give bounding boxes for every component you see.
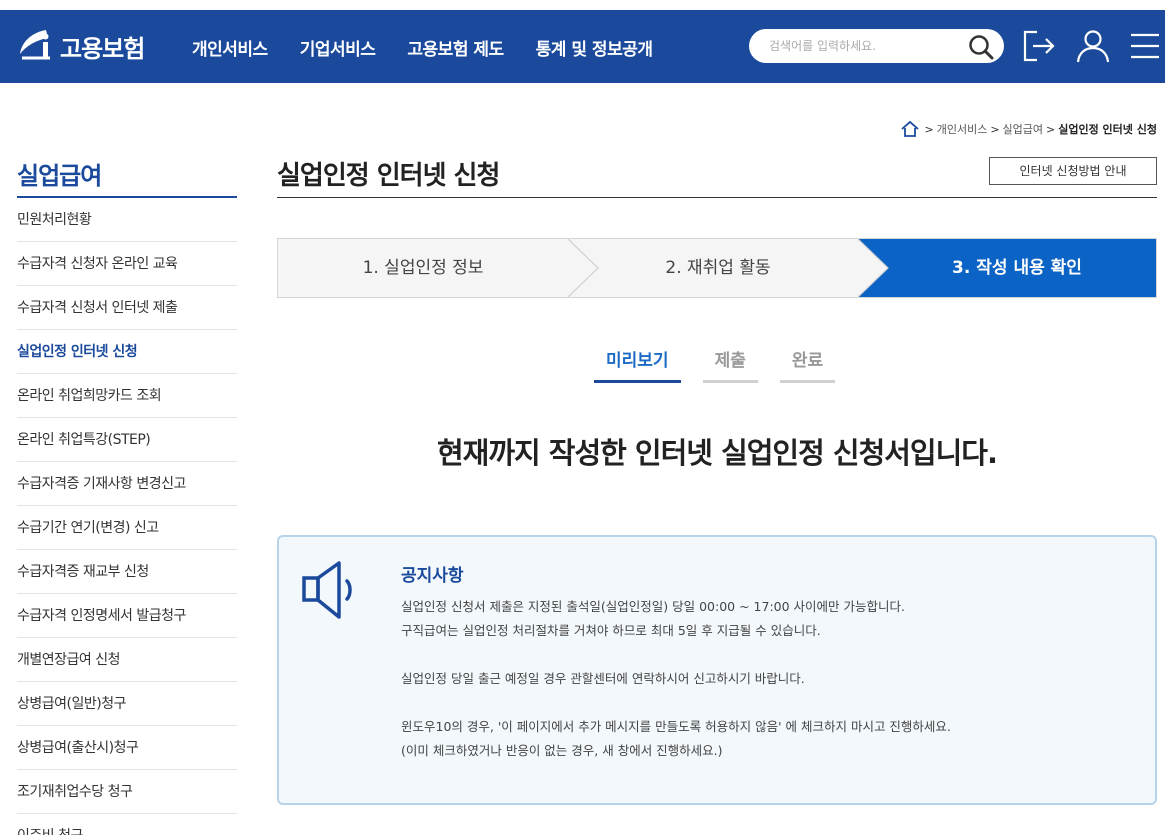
- sidebar-item-change-report[interactable]: 수급자격증 기재사항 변경신고: [17, 462, 237, 506]
- notice-box: 공지사항 실업인정 신청서 제출은 지정된 출석일(실업인정일) 당일 00:0…: [277, 535, 1157, 805]
- main-nav: 개인서비스 기업서비스 고용보험 제도 통계 및 정보공개: [192, 35, 685, 60]
- sidebar-item-sickness-maternity[interactable]: 상병급여(출산시)청구: [17, 726, 237, 770]
- sidebar-item-job-card[interactable]: 온라인 취업희망카드 조회: [17, 374, 237, 418]
- search-box: [749, 29, 1004, 63]
- sidebar-item-sickness-general[interactable]: 상병급여(일반)청구: [17, 682, 237, 726]
- search-icon[interactable]: [967, 33, 995, 61]
- sidebar-item-certificate[interactable]: 수급자격 인정명세서 발급청구: [17, 594, 237, 638]
- sidebar-item-relocation[interactable]: 이주비 청구: [17, 814, 237, 835]
- nav-personal-services[interactable]: 개인서비스: [192, 35, 268, 60]
- nav-business-services[interactable]: 기업서비스: [300, 35, 376, 60]
- nav-statistics[interactable]: 통계 및 정보공개: [536, 35, 653, 60]
- menu-icon[interactable]: [1127, 28, 1163, 64]
- step-1: 1. 실업인정 정보: [362, 258, 484, 278]
- home-icon[interactable]: [900, 120, 920, 138]
- sidebar-item-individual-extension[interactable]: 개별연장급여 신청: [17, 638, 237, 682]
- tab-complete[interactable]: 완료: [779, 350, 836, 383]
- sidebar-item-unemployment-recognition[interactable]: 실업인정 인터넷 신청: [17, 330, 237, 374]
- notice-title: 공지사항: [401, 566, 464, 586]
- sidebar-item-eligibility-submit[interactable]: 수급자격 신청서 인터넷 제출: [17, 286, 237, 330]
- notice-gap: [401, 691, 1141, 715]
- headline: 현재까지 작성한 인터넷 실업인정 신청서입니다.: [436, 436, 998, 470]
- notice-gap: [401, 643, 1141, 667]
- notice-line: 구직급여는 실업인정 처리절차를 거쳐야 하므로 최대 5일 후 지급될 수 있…: [401, 623, 821, 638]
- breadcrumb-item-personal[interactable]: 개인서비스: [937, 121, 988, 137]
- title-divider: [277, 197, 1157, 198]
- sidebar-item-online-education[interactable]: 수급자격 신청자 온라인 교육: [17, 242, 237, 286]
- sidebar-title: 실업급여: [17, 150, 237, 198]
- breadcrumb-item-unemployment[interactable]: 실업급여: [1003, 121, 1043, 137]
- sidebar-item-step-lecture[interactable]: 온라인 취업특강(STEP): [17, 418, 237, 462]
- logout-icon[interactable]: [1021, 28, 1057, 64]
- step-2: 2. 재취업 활동: [665, 258, 771, 278]
- sidebar-item-status[interactable]: 민원처리현황: [17, 198, 237, 242]
- sidebar-item-early-reemployment[interactable]: 조기재취업수당 청구: [17, 770, 237, 814]
- notice-line: 윈도우10의 경우, '이 페이지에서 추가 메시지를 만들도록 허용하지 않음…: [401, 719, 951, 734]
- search-input[interactable]: [769, 36, 959, 56]
- logo-mark-icon: [20, 30, 50, 60]
- breadcrumb-current: 실업인정 인터넷 신청: [1058, 123, 1157, 136]
- breadcrumb: > 개인서비스 > 실업급여 > 실업인정 인터넷 신청: [900, 120, 1157, 138]
- logo-text: 고용보험: [60, 34, 145, 63]
- progress-tabs: 미리보기 제출 완료: [594, 350, 857, 383]
- step-indicator: 1. 실업인정 정보 2. 재취업 활동 3. 작성 내용 확인: [277, 238, 1157, 298]
- speaker-icon: [302, 561, 352, 619]
- sidebar: 실업급여 민원처리현황 수급자격 신청자 온라인 교육 수급자격 신청서 인터넷…: [17, 150, 237, 835]
- notice-body: 실업인정 신청서 제출은 지정된 출석일(실업인정일) 당일 00:00 ~ 1…: [401, 595, 1141, 763]
- page-title: 실업인정 인터넷 신청: [277, 161, 500, 191]
- sidebar-item-period-extension[interactable]: 수급기간 연기(변경) 신고: [17, 506, 237, 550]
- step-3: 3. 작성 내용 확인: [952, 258, 1082, 278]
- notice-line: 실업인정 당일 출근 예정일 경우 관할센터에 연락하시어 신고하시기 바랍니다…: [401, 671, 805, 686]
- nav-insurance-system[interactable]: 고용보험 제도: [407, 35, 504, 60]
- breadcrumb-separator: >: [1046, 122, 1056, 136]
- site-logo[interactable]: 고용보험: [16, 24, 145, 68]
- user-icon[interactable]: [1075, 28, 1111, 64]
- guide-button[interactable]: 인터넷 신청방법 안내: [989, 157, 1157, 185]
- site-header: 고용보험 개인서비스 기업서비스 고용보험 제도 통계 및 정보공개: [0, 10, 1165, 83]
- sidebar-item-reissue[interactable]: 수급자격증 재교부 신청: [17, 550, 237, 594]
- tab-submit[interactable]: 제출: [702, 350, 758, 383]
- notice-line: 실업인정 신청서 제출은 지정된 출석일(실업인정일) 당일 00:00 ~ 1…: [401, 599, 905, 614]
- notice-line: (이미 체크하였거나 반응이 없는 경우, 새 창에서 진행하세요.): [401, 743, 723, 758]
- top-spacer: [0, 0, 1165, 10]
- tab-preview[interactable]: 미리보기: [594, 350, 681, 383]
- breadcrumb-separator: >: [924, 122, 934, 136]
- breadcrumb-separator: >: [990, 122, 1000, 136]
